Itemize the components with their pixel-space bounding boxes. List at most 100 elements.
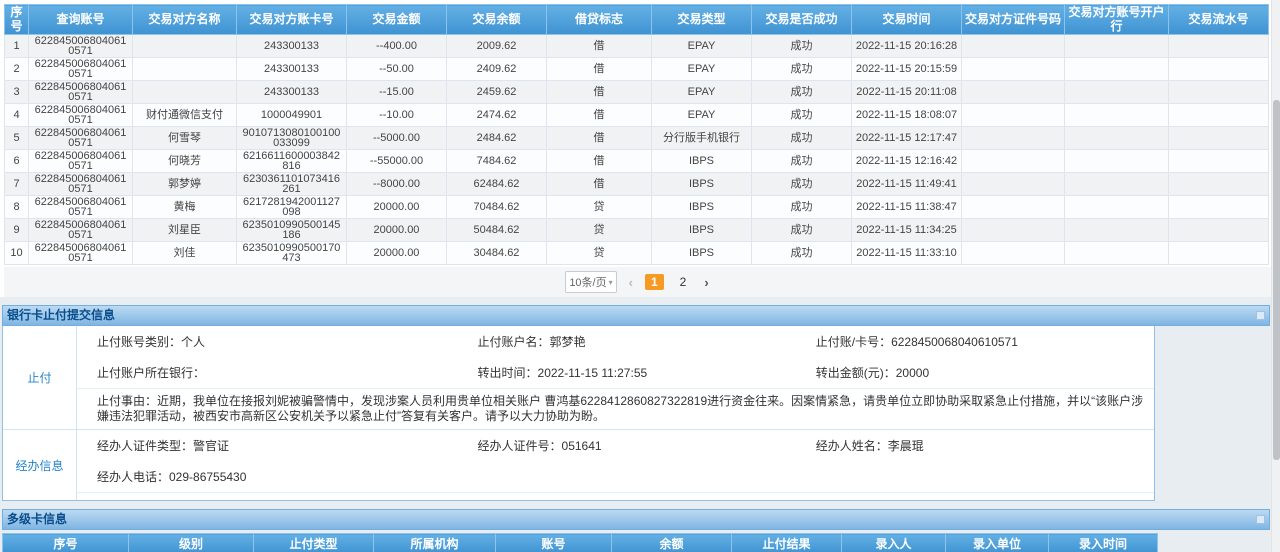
- vertical-scrollbar[interactable]: [1271, 0, 1280, 552]
- col-type: 交易类型: [652, 5, 752, 35]
- cell-balance: 2484.62: [447, 127, 547, 150]
- page-button-1[interactable]: 1: [645, 274, 664, 290]
- cell-type: EPAY: [652, 35, 752, 58]
- col-result: 止付结果: [732, 534, 842, 552]
- cell-debit-credit-flag: 借: [547, 35, 652, 58]
- table-row: 7 6228450068040610571 郭梦婷 62303611010734…: [5, 173, 1269, 196]
- field-bank: 止付账户所在银行：: [97, 364, 478, 381]
- page-button-2[interactable]: 2: [674, 274, 693, 290]
- cell-time: 2022-11-15 20:11:08: [852, 81, 962, 104]
- chevron-down-icon: ▾: [609, 278, 613, 287]
- field-handler-cert-no: 经办人证件号：051641: [478, 437, 816, 454]
- cell-time: 2022-11-15 20:15:59: [852, 58, 962, 81]
- cell-party-name: 财付通微信支付: [133, 104, 237, 127]
- cell-success: 成功: [752, 81, 852, 104]
- cell-party-cert: [962, 242, 1065, 265]
- cell-debit-credit-flag: 借: [547, 81, 652, 104]
- table-row: 4 6228450068040610571 财付通微信支付 1000049901…: [5, 104, 1269, 127]
- cell-debit-credit-flag: 借: [547, 58, 652, 81]
- cell-serial: [1169, 150, 1269, 173]
- table-row: 3 6228450068040610571 243300133 --15.00 …: [5, 81, 1269, 104]
- col-amount: 交易金额: [347, 5, 447, 35]
- col-party-bank: 交易对方账号开户行: [1065, 5, 1169, 35]
- stop-payment-group-label: 止付: [3, 326, 77, 429]
- cell-party-card: 1000049901: [237, 104, 347, 127]
- collapse-icon[interactable]: [1256, 515, 1265, 524]
- transactions-panel: 序号 查询账号 交易对方名称 交易对方账卡号 交易金额 交易余额 借贷标志 交易…: [0, 0, 1272, 297]
- cell-balance: 50484.62: [447, 219, 547, 242]
- cell-type: IBPS: [652, 219, 752, 242]
- cell-serial: [1169, 81, 1269, 104]
- cell-balance: 2009.62: [447, 35, 547, 58]
- cell-time: 2022-11-15 12:17:47: [852, 127, 962, 150]
- cell-query-account: 6228450068040610571: [29, 242, 133, 265]
- cell-seq: 5: [5, 127, 29, 150]
- stop-payment-content: 止付账号类别：个人 止付账户名：郭梦艳 止付账/卡号：6228450068040…: [77, 326, 1154, 429]
- cell-type: IBPS: [652, 150, 752, 173]
- cell-query-account: 6228450068040610571: [29, 219, 133, 242]
- cell-serial: [1169, 104, 1269, 127]
- cell-debit-credit-flag: 贷: [547, 242, 652, 265]
- cell-party-bank: [1065, 173, 1169, 196]
- cell-seq: 9: [5, 219, 29, 242]
- cell-query-account: 6228450068040610571: [29, 104, 133, 127]
- col-time: 交易时间: [852, 5, 962, 35]
- cell-balance: 62484.62: [447, 173, 547, 196]
- cell-type: EPAY: [652, 58, 752, 81]
- col-org: 所属机构: [374, 534, 496, 552]
- col-account: 账号: [496, 534, 612, 552]
- cell-seq: 2: [5, 58, 29, 81]
- cell-type: IBPS: [652, 242, 752, 265]
- multi-card-section-title: 多级卡信息: [2, 509, 1270, 530]
- cell-success: 成功: [752, 173, 852, 196]
- col-seq: 序号: [3, 534, 129, 552]
- cell-query-account: 6228450068040610571: [29, 58, 133, 81]
- cell-time: 2022-11-15 11:34:25: [852, 219, 962, 242]
- page-size-select[interactable]: 10条/页 ▾: [565, 271, 616, 293]
- cell-serial: [1169, 58, 1269, 81]
- cell-query-account: 6228450068040610571: [29, 35, 133, 58]
- field-transfer-time: 转出时间：2022-11-15 11:27:55: [478, 364, 816, 381]
- cell-party-bank: [1065, 150, 1169, 173]
- cell-balance: 2474.62: [447, 104, 547, 127]
- cell-amount: --15.00: [347, 81, 447, 104]
- col-stop-type: 止付类型: [254, 534, 374, 552]
- cell-amount: 20000.00: [347, 196, 447, 219]
- handler-info-group: 经办信息 经办人证件类型：警官证 经办人证件号：051641 经办人姓名：李晨琨…: [3, 429, 1154, 500]
- cell-party-cert: [962, 150, 1065, 173]
- multi-card-header-row: 序号 级别 止付类型 所属机构 账号 余额 止付结果 录入人 录入单位 录入时间: [3, 534, 1158, 552]
- cell-party-cert: [962, 35, 1065, 58]
- cell-party-card: 6230361101073416261: [237, 173, 347, 196]
- scrollbar-thumb[interactable]: [1273, 100, 1280, 460]
- cell-party-cert: [962, 127, 1065, 150]
- cell-debit-credit-flag: 贷: [547, 219, 652, 242]
- field-handler-name: 经办人姓名：李晨琨: [816, 437, 1154, 454]
- cell-amount: 20000.00: [347, 219, 447, 242]
- cell-party-card: 6235010990500170473: [237, 242, 347, 265]
- panel-footer-strip: [77, 492, 1154, 500]
- cell-seq: 6: [5, 150, 29, 173]
- table-row: 6 6228450068040610571 何晓芳 62166116000038…: [5, 150, 1269, 173]
- cell-party-name: [133, 81, 237, 104]
- cell-party-bank: [1065, 104, 1169, 127]
- cell-party-bank: [1065, 196, 1169, 219]
- field-stop-reason: 止付事由：近期，我单位在接报刘妮被骗警情中，发现涉案人员利用贵单位相关账户 曹鸿…: [77, 388, 1154, 429]
- prev-page-button[interactable]: ‹: [627, 275, 635, 290]
- transactions-table: 序号 查询账号 交易对方名称 交易对方账卡号 交易金额 交易余额 借贷标志 交易…: [4, 4, 1269, 265]
- cell-serial: [1169, 196, 1269, 219]
- cell-party-bank: [1065, 58, 1169, 81]
- table-row: 10 6228450068040610571 刘佳 62350109905001…: [5, 242, 1269, 265]
- col-balance: 余额: [612, 534, 732, 552]
- next-page-button[interactable]: ›: [702, 275, 710, 290]
- cell-debit-credit-flag: 借: [547, 127, 652, 150]
- collapse-icon[interactable]: [1256, 311, 1265, 320]
- cell-party-card: 6235010990500145186: [237, 219, 347, 242]
- cell-type: IBPS: [652, 196, 752, 219]
- field-card-no: 止付账/卡号：6228450068040610571: [816, 333, 1154, 350]
- cell-time: 2022-11-15 11:38:47: [852, 196, 962, 219]
- handler-info-content: 经办人证件类型：警官证 经办人证件号：051641 经办人姓名：李晨琨 经办人电…: [77, 430, 1154, 500]
- cell-type: EPAY: [652, 81, 752, 104]
- cell-serial: [1169, 219, 1269, 242]
- cell-party-name: 何晓芳: [133, 150, 237, 173]
- field-account-name: 止付账户名：郭梦艳: [478, 333, 816, 350]
